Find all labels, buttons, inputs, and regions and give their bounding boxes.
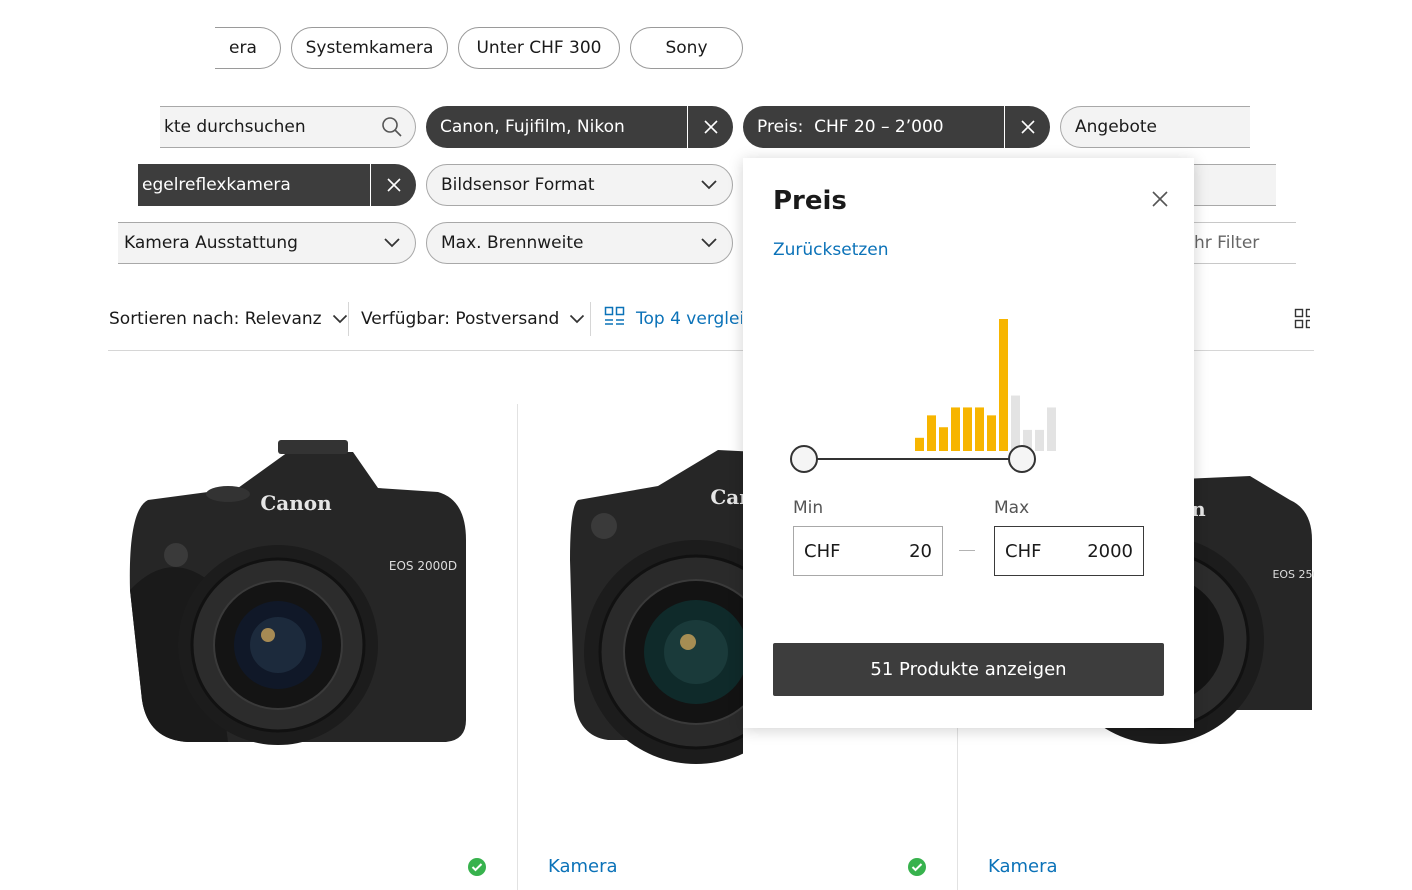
max-value: 2000 [1087, 540, 1133, 562]
reset-link[interactable]: Zurücksetzen [773, 240, 889, 260]
histogram-bar [927, 415, 936, 451]
filter-angebote-label: Angebote [1075, 117, 1157, 137]
product-model-badge: EOS 2000D [389, 559, 457, 573]
product-brand-logo: Canon [260, 491, 332, 515]
chip-label: Unter CHF 300 [476, 38, 602, 58]
chevron-down-icon [369, 237, 415, 249]
min-currency: CHF [804, 540, 841, 562]
chip-label: Systemkamera [305, 38, 434, 58]
filter-brand-label: Canon, Fujifilm, Nikon [440, 117, 625, 137]
chip-unter-chf-300[interactable]: Unter CHF 300 [458, 27, 620, 69]
chevron-down-icon [569, 309, 585, 329]
toolbar-divider [348, 302, 349, 336]
price-filter-popup: Preis Zurücksetzen Min Max CHF 20 CHF 20… [743, 158, 1194, 728]
filter-ausstattung-dropdown[interactable]: Kamera Ausstattung [118, 222, 416, 264]
popup-title: Preis [773, 186, 847, 216]
product-image[interactable]: Canon EOS 2000D [128, 440, 468, 770]
product-brand-logo: Canon [710, 485, 743, 509]
chip-label: era [229, 38, 257, 58]
chip-systemkamera[interactable]: Systemkamera [291, 27, 448, 69]
close-icon[interactable] [1149, 188, 1171, 210]
histogram-bar [915, 437, 924, 451]
histogram-bar [951, 407, 960, 451]
sort-label: Sortieren nach: Relevanz [109, 309, 322, 329]
filter-price-active[interactable]: Preis: CHF 20 – 2’000 [743, 106, 1050, 148]
remove-brand-filter-icon[interactable] [687, 106, 733, 148]
range-dash [959, 550, 975, 551]
product-category-link[interactable]: Kamera [988, 856, 1058, 877]
max-label: Max [994, 498, 1030, 518]
min-value: 20 [909, 540, 932, 562]
availability-dropdown[interactable]: Verfügbar: Postversand [361, 306, 585, 332]
remove-price-filter-icon[interactable] [1004, 106, 1050, 148]
filter-price-prefix: Preis: [757, 117, 804, 137]
filter-type-label: egelreflexkamera [142, 175, 291, 195]
grid-view-icon[interactable] [1294, 308, 1310, 330]
filter-bildsensor-label: Bildsensor Format [441, 175, 595, 195]
filter-price-value: CHF 20 – 2’000 [814, 117, 944, 137]
filter-bildsensor-dropdown[interactable]: Bildsensor Format [426, 164, 733, 206]
histogram-bar [1035, 429, 1044, 451]
chevron-down-icon [686, 237, 732, 249]
min-price-input[interactable]: CHF 20 [793, 526, 943, 576]
product-model-badge: EOS 250 [1272, 568, 1314, 581]
min-label: Min [793, 498, 824, 518]
filter-brennweite-dropdown[interactable]: Max. Brennweite [426, 222, 733, 264]
product-image[interactable]: Canon [568, 440, 743, 775]
histogram-bar [1011, 395, 1020, 451]
show-products-button[interactable]: 51 Produkte anzeigen [773, 643, 1164, 696]
filter-brennweite-label: Max. Brennweite [441, 233, 584, 253]
histogram-bar [1047, 407, 1056, 451]
search-icon[interactable] [369, 116, 415, 138]
availability-check-icon [908, 858, 926, 876]
filter-type-active[interactable]: egelreflexkamera [138, 164, 416, 206]
chip-sony[interactable]: Sony [630, 27, 743, 69]
compare-top4-button[interactable]: Top 4 vergleic [604, 306, 742, 332]
price-histogram [790, 319, 1056, 473]
product-grid-divider [517, 404, 518, 890]
max-currency: CHF [1005, 540, 1042, 562]
toolbar-divider [590, 302, 591, 336]
filter-ausstattung-label: Kamera Ausstattung [124, 233, 298, 253]
histogram-bar [939, 427, 948, 451]
chip-kamera[interactable]: era [215, 27, 281, 69]
histogram-bar [975, 407, 984, 451]
histogram-bar [999, 319, 1008, 451]
compare-label: Top 4 vergleic [636, 309, 742, 329]
product-category-link[interactable]: Kamera [548, 856, 618, 877]
more-filters-button[interactable]: hr Filter [1180, 222, 1296, 264]
filter-brand-active[interactable]: Canon, Fujifilm, Nikon [426, 106, 733, 148]
filter-angebote[interactable]: Angebote [1060, 106, 1250, 148]
histogram-bar [963, 407, 972, 451]
chip-label: Sony [665, 38, 708, 58]
chevron-down-icon [332, 309, 348, 329]
remove-type-filter-icon[interactable] [370, 164, 416, 206]
availability-label: Verfügbar: Postversand [361, 309, 560, 329]
chevron-down-icon [686, 179, 732, 191]
sort-dropdown[interactable]: Sortieren nach: Relevanz [109, 306, 348, 332]
search-input[interactable]: kte durchsuchen [160, 117, 369, 137]
max-price-input[interactable]: CHF 2000 [994, 526, 1144, 576]
compare-icon [604, 306, 626, 332]
availability-check-icon [468, 858, 486, 876]
slider-max-handle[interactable] [1008, 445, 1036, 473]
slider-min-handle[interactable] [790, 445, 818, 473]
histogram-bar [987, 415, 996, 451]
product-search-field[interactable]: kte durchsuchen [160, 106, 416, 148]
filter-price-label: Preis: CHF 20 – 2’000 [743, 117, 1004, 137]
